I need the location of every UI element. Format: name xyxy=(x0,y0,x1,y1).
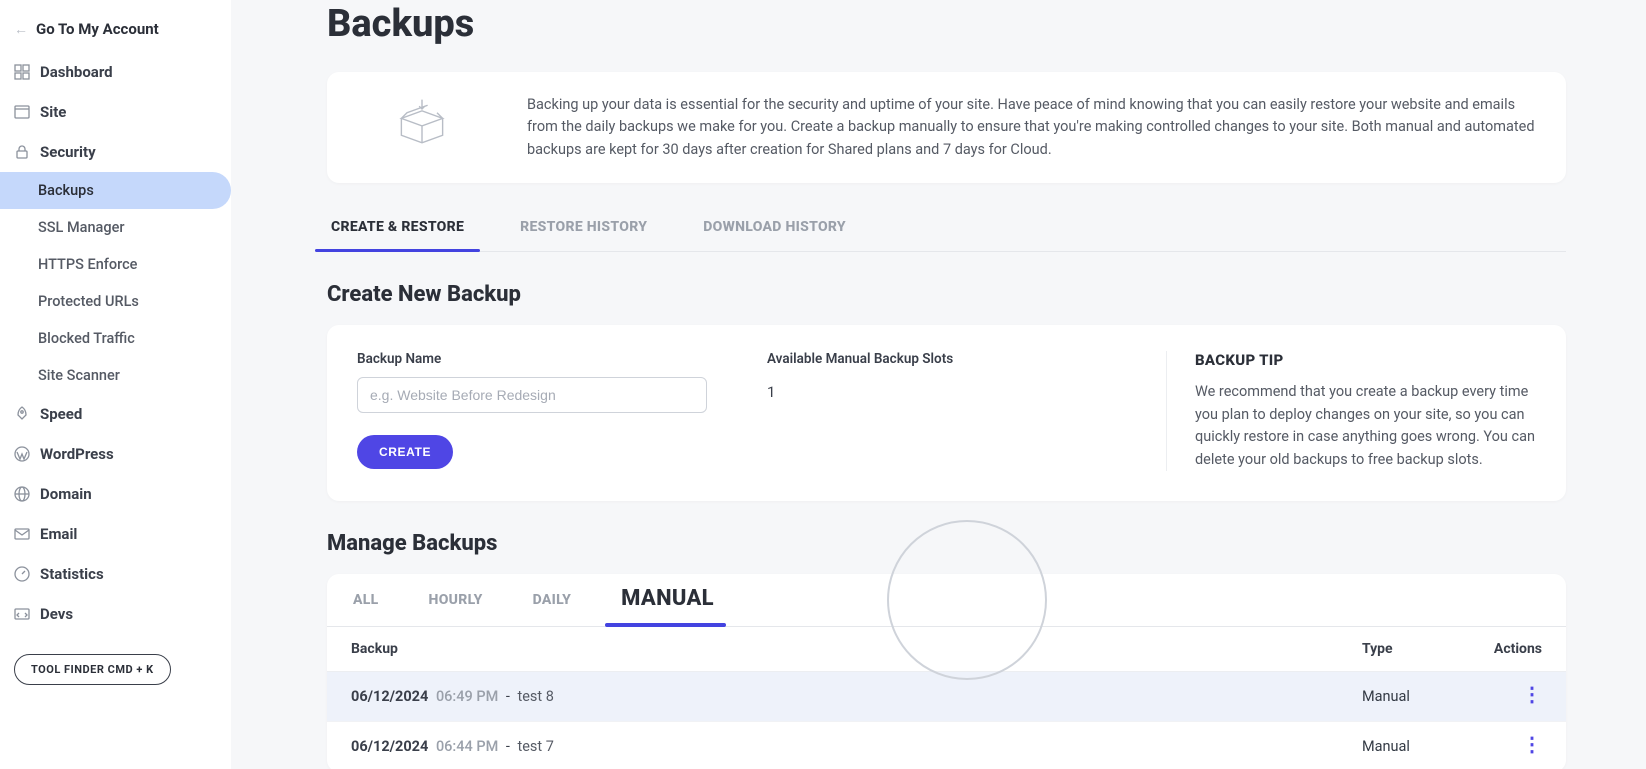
tab-label: DOWNLOAD HISTORY xyxy=(703,219,846,235)
sidebar-item-label: Security xyxy=(40,143,96,161)
sidebar-subitem-label: Blocked Traffic xyxy=(38,330,135,347)
manage-backups-card: ALL HOURLY DAILY MANUAL Backup Type Acti… xyxy=(327,574,1566,769)
filter-tab-all[interactable]: ALL xyxy=(351,574,381,626)
row-time: 06:49 PM xyxy=(436,688,498,705)
arrow-left-icon: ← xyxy=(14,21,28,38)
wordpress-icon xyxy=(14,446,30,462)
slots-label: Available Manual Backup Slots xyxy=(767,351,953,367)
table-row: 06/12/2024 06:44 PM - test 7 Manual ⋮ xyxy=(327,722,1566,769)
create-button-label: CREATE xyxy=(379,445,431,459)
tab-create-restore[interactable]: CREATE & RESTORE xyxy=(327,205,468,251)
col-header-type: Type xyxy=(1362,641,1472,657)
sidebar-item-label: Dashboard xyxy=(40,63,113,81)
sidebar-item-site[interactable]: Site xyxy=(0,92,231,132)
table-header: Backup Type Actions xyxy=(327,627,1566,672)
tab-label: CREATE & RESTORE xyxy=(331,219,464,235)
backup-tip: BACKUP TIP We recommend that you create … xyxy=(1166,351,1536,471)
filter-tab-label: MANUAL xyxy=(621,586,714,611)
sidebar-item-label: Domain xyxy=(40,485,92,503)
sidebar-item-email[interactable]: Email xyxy=(0,514,231,554)
sidebar-subitem-ssl[interactable]: SSL Manager xyxy=(0,209,231,246)
row-separator: - xyxy=(506,688,510,705)
create-section-title: Create New Backup xyxy=(327,282,1566,307)
manage-section-title: Manage Backups xyxy=(327,531,1566,556)
sidebar-subitem-blocked[interactable]: Blocked Traffic xyxy=(0,320,231,357)
dashboard-icon xyxy=(14,64,30,80)
row-actions-menu[interactable]: ⋮ xyxy=(1522,682,1542,706)
sidebar-item-wordpress[interactable]: WordPress xyxy=(0,434,231,474)
filter-tab-label: HOURLY xyxy=(429,592,483,608)
tool-finder-label: TOOL FINDER CMD + K xyxy=(31,663,154,676)
go-to-my-account-link[interactable]: ← Go To My Account xyxy=(0,12,231,52)
slots-value: 1 xyxy=(767,377,953,401)
lock-icon xyxy=(14,144,30,160)
sidebar-item-label: Site xyxy=(40,103,66,121)
code-icon xyxy=(14,606,30,622)
row-date: 06/12/2024 xyxy=(351,688,428,705)
sidebar-item-label: Statistics xyxy=(40,565,104,583)
sidebar-item-label: Email xyxy=(40,525,77,543)
sidebar-item-label: WordPress xyxy=(40,445,114,463)
tab-label: RESTORE HISTORY xyxy=(520,219,647,235)
gauge-icon xyxy=(14,566,30,582)
mail-icon xyxy=(14,526,30,542)
backup-name-input[interactable] xyxy=(357,377,707,413)
tab-download-history[interactable]: DOWNLOAD HISTORY xyxy=(699,205,850,251)
backup-name-label: Backup Name xyxy=(357,351,707,367)
filter-tab-label: DAILY xyxy=(533,592,572,608)
sidebar-item-statistics[interactable]: Statistics xyxy=(0,554,231,594)
sidebar-item-security[interactable]: Security xyxy=(0,132,231,172)
row-time: 06:44 PM xyxy=(436,738,498,755)
sidebar-subitem-label: Protected URLs xyxy=(38,293,139,310)
sidebar-item-speed[interactable]: Speed xyxy=(0,394,231,434)
row-type: Manual xyxy=(1362,738,1472,755)
globe-icon xyxy=(14,486,30,502)
row-actions-menu[interactable]: ⋮ xyxy=(1522,732,1542,756)
row-separator: - xyxy=(506,738,510,755)
main-content: Backups Backing up your data is essentia… xyxy=(231,0,1646,769)
filter-tabs: ALL HOURLY DAILY MANUAL xyxy=(327,574,1566,627)
tab-restore-history[interactable]: RESTORE HISTORY xyxy=(516,205,651,251)
filter-tab-manual[interactable]: MANUAL xyxy=(619,574,716,626)
tip-title: BACKUP TIP xyxy=(1195,351,1536,369)
intro-card: Backing up your data is essential for th… xyxy=(327,72,1566,183)
filter-tab-label: ALL xyxy=(353,592,379,608)
tool-finder-button[interactable]: TOOL FINDER CMD + K xyxy=(14,654,171,685)
row-date: 06/12/2024 xyxy=(351,738,428,755)
intro-text: Backing up your data is essential for th… xyxy=(527,94,1536,161)
sidebar-subitem-label: SSL Manager xyxy=(38,219,125,236)
sidebar-item-label: Speed xyxy=(40,405,82,423)
sidebar-subitem-protected[interactable]: Protected URLs xyxy=(0,283,231,320)
box-icon xyxy=(357,94,487,154)
sidebar-subitem-scanner[interactable]: Site Scanner xyxy=(0,357,231,394)
site-icon xyxy=(14,104,30,120)
sidebar-item-devs[interactable]: Devs xyxy=(0,594,231,634)
sidebar-subitem-label: HTTPS Enforce xyxy=(38,256,137,273)
sidebar-item-dashboard[interactable]: Dashboard xyxy=(0,52,231,92)
row-name: test 7 xyxy=(518,738,554,755)
sidebar-item-label: Devs xyxy=(40,605,73,623)
filter-tab-daily[interactable]: DAILY xyxy=(531,574,574,626)
row-name: test 8 xyxy=(518,688,554,705)
rocket-icon xyxy=(14,406,30,422)
row-type: Manual xyxy=(1362,688,1472,705)
table-row: 06/12/2024 06:49 PM - test 8 Manual ⋮ xyxy=(327,672,1566,722)
create-backup-card: Backup Name Available Manual Backup Slot… xyxy=(327,325,1566,501)
page-title: Backups xyxy=(327,2,1566,46)
sidebar-item-domain[interactable]: Domain xyxy=(0,474,231,514)
tip-text: We recommend that you create a backup ev… xyxy=(1195,381,1536,471)
col-header-actions: Actions xyxy=(1472,641,1542,657)
filter-tab-hourly[interactable]: HOURLY xyxy=(427,574,485,626)
content-tabs: CREATE & RESTORE RESTORE HISTORY DOWNLOA… xyxy=(327,205,1566,252)
create-button[interactable]: CREATE xyxy=(357,435,453,469)
go-account-label: Go To My Account xyxy=(36,20,159,38)
sidebar-subitem-label: Site Scanner xyxy=(38,367,120,384)
sidebar-subitem-label: Backups xyxy=(38,182,94,199)
col-header-backup: Backup xyxy=(351,641,1362,657)
sidebar: ← Go To My Account Dashboard Site Securi… xyxy=(0,0,231,769)
sidebar-subitem-backups[interactable]: Backups xyxy=(0,172,231,209)
sidebar-subitem-https[interactable]: HTTPS Enforce xyxy=(0,246,231,283)
